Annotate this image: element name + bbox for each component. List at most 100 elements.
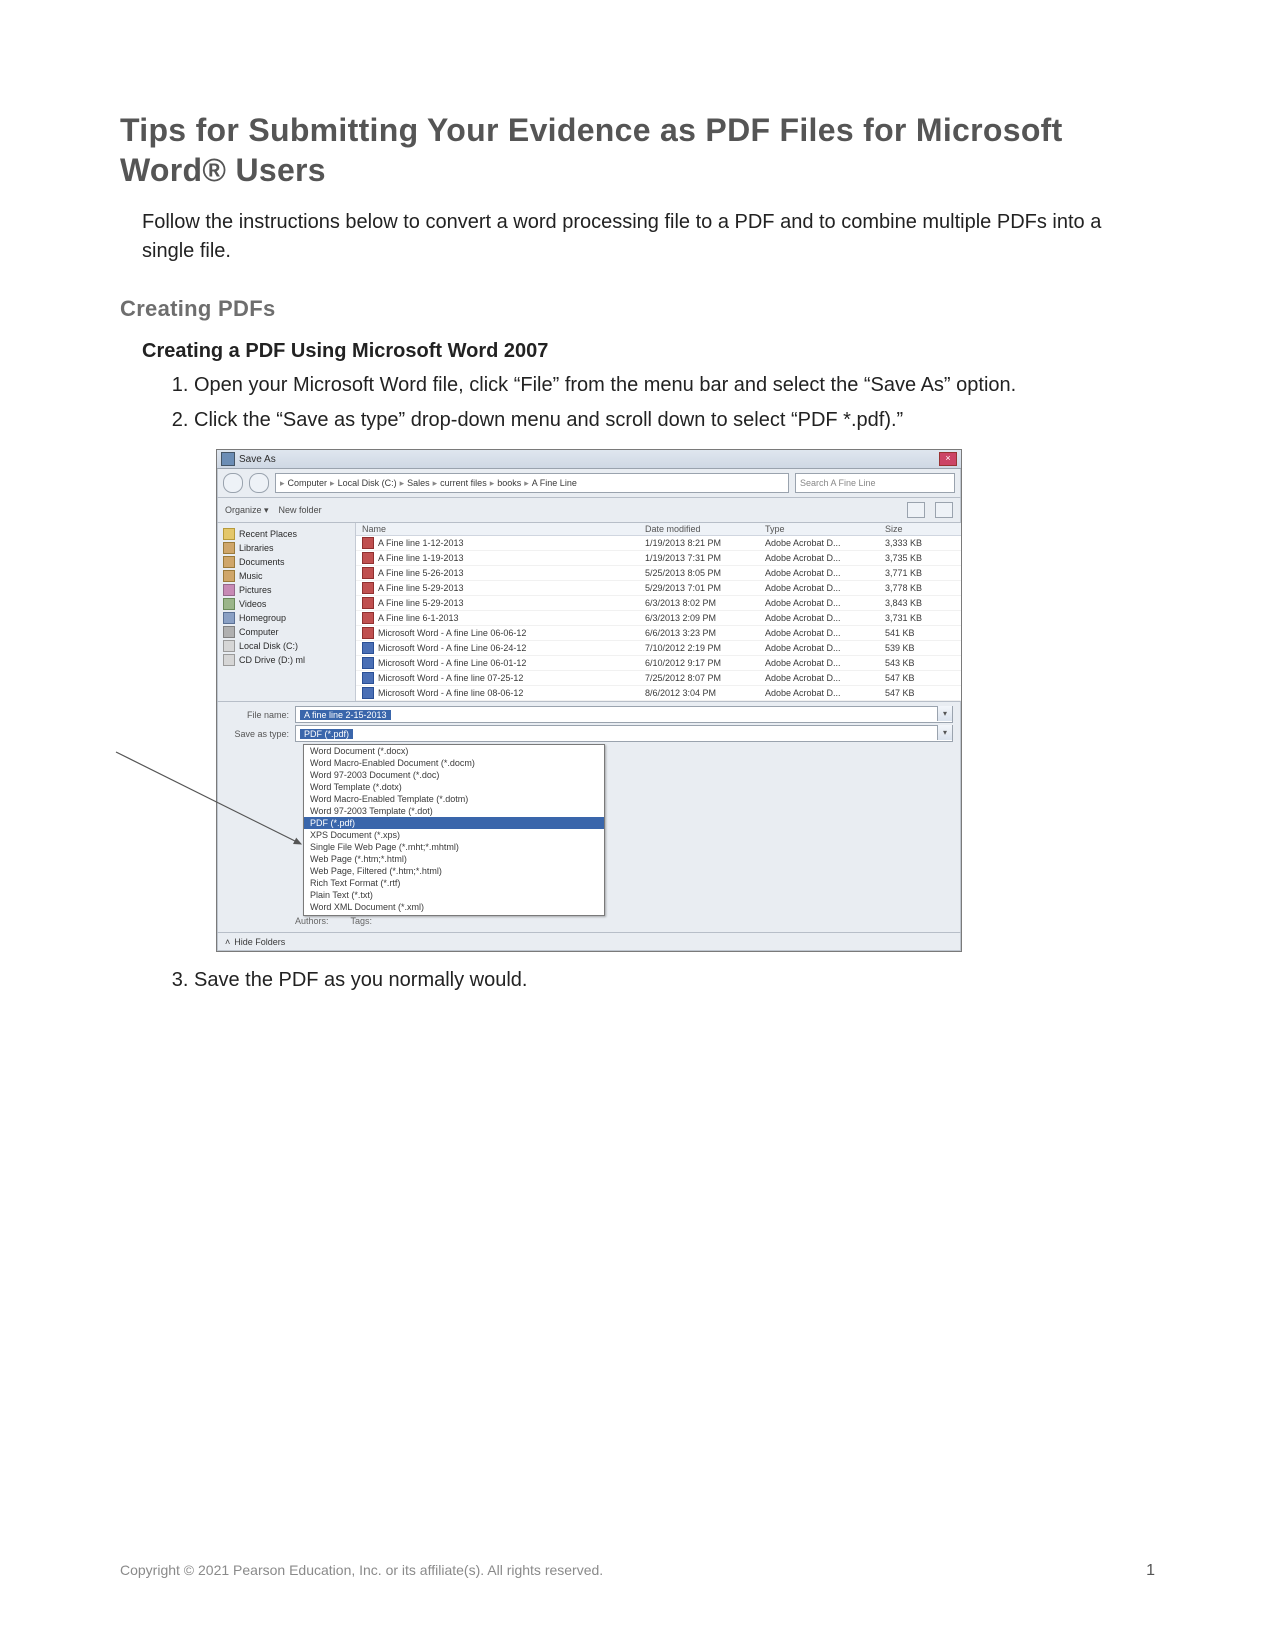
file-date: 8/6/2012 3:04 PM: [645, 688, 765, 698]
file-row[interactable]: Microsoft Word - A fine Line 06-06-126/6…: [356, 626, 961, 641]
save-type-options[interactable]: Word Document (*.docx)Word Macro-Enabled…: [303, 744, 605, 916]
path-breadcrumb[interactable]: ▸ Computer▸ Local Disk (C:)▸ Sales▸ curr…: [275, 473, 789, 493]
file-list[interactable]: Name Date modified Type Size A Fine line…: [356, 523, 961, 701]
save-type-option[interactable]: Rich Text Format (*.rtf): [304, 877, 604, 889]
file-row[interactable]: Microsoft Word - A fine Line 06-01-126/1…: [356, 656, 961, 671]
chevron-up-icon[interactable]: ˄: [225, 937, 230, 947]
organize-menu[interactable]: Organize ▾: [225, 505, 269, 516]
file-size: 547 KB: [885, 673, 955, 683]
folder-icon: [223, 542, 235, 554]
file-icon: [362, 627, 374, 639]
save-type-label: Save as type:: [225, 729, 289, 739]
save-type-option[interactable]: Word 97-2003 Document (*.doc): [304, 769, 604, 781]
view-button[interactable]: [907, 502, 925, 518]
footer-copyright: Copyright © 2021 Pearson Education, Inc.…: [120, 1562, 603, 1578]
save-type-option[interactable]: Word 2003 XML Document (*.xml): [304, 913, 604, 916]
file-date: 7/25/2012 8:07 PM: [645, 673, 765, 683]
file-size: 547 KB: [885, 688, 955, 698]
bc-seg[interactable]: current files: [440, 478, 487, 488]
file-type: Adobe Acrobat D...: [765, 628, 885, 638]
nav-item[interactable]: Music: [221, 569, 351, 583]
col-name[interactable]: Name: [362, 524, 645, 534]
search-input[interactable]: Search A Fine Line: [795, 473, 955, 493]
file-row[interactable]: A Fine line 6-1-20136/3/2013 2:09 PMAdob…: [356, 611, 961, 626]
file-size: 3,778 KB: [885, 583, 955, 593]
search-placeholder: Search A Fine Line: [800, 478, 876, 488]
footer-page-number: 1: [1146, 1562, 1155, 1580]
close-button[interactable]: ×: [939, 452, 957, 466]
step-1: Open your Microsoft Word file, click “Fi…: [194, 371, 1145, 400]
nav-item-label: Music: [239, 571, 263, 581]
file-size: 3,843 KB: [885, 598, 955, 608]
file-icon: [362, 672, 374, 684]
save-type-option[interactable]: XPS Document (*.xps): [304, 829, 604, 841]
col-size[interactable]: Size: [885, 524, 955, 534]
tags-label: Tags:: [351, 916, 373, 926]
step-2: Click the “Save as type” drop-down menu …: [194, 406, 1145, 435]
bc-seg[interactable]: Sales: [407, 478, 430, 488]
save-type-dropdown-icon[interactable]: ▾: [937, 725, 952, 740]
file-type: Adobe Acrobat D...: [765, 673, 885, 683]
file-type: Adobe Acrobat D...: [765, 568, 885, 578]
nav-item[interactable]: Computer: [221, 625, 351, 639]
file-row[interactable]: A Fine line 5-29-20135/29/2013 7:01 PMAd…: [356, 581, 961, 596]
nav-item[interactable]: Pictures: [221, 583, 351, 597]
folder-icon: [223, 570, 235, 582]
help-button[interactable]: [935, 502, 953, 518]
save-type-option[interactable]: Word Macro-Enabled Document (*.docm): [304, 757, 604, 769]
file-type: Adobe Acrobat D...: [765, 553, 885, 563]
bc-seg[interactable]: A Fine Line: [532, 478, 577, 488]
file-row[interactable]: Microsoft Word - A fine line 08-06-12 8/6…: [356, 686, 961, 701]
file-name-label: File name:: [225, 710, 289, 720]
col-type[interactable]: Type: [765, 524, 885, 534]
file-name-dropdown-icon[interactable]: ▾: [937, 706, 952, 721]
file-name: Microsoft Word - A fine line 08-06-12: [378, 688, 523, 698]
section-heading: Creating PDFs: [120, 296, 1155, 322]
nav-back-button[interactable]: [223, 473, 243, 493]
nav-item[interactable]: CD Drive (D:) ml: [221, 653, 351, 667]
file-row[interactable]: A Fine line 1-19-20131/19/2013 7:31 PMAd…: [356, 551, 961, 566]
save-type-option[interactable]: Word Document (*.docx): [304, 745, 604, 757]
nav-forward-button[interactable]: [249, 473, 269, 493]
file-icon: [362, 642, 374, 654]
file-name: A Fine line 5-26-2013: [378, 568, 464, 578]
save-type-option[interactable]: Word Macro-Enabled Template (*.dotm): [304, 793, 604, 805]
save-type-option[interactable]: Single File Web Page (*.mht;*.mhtml): [304, 841, 604, 853]
hide-folders-link[interactable]: Hide Folders: [234, 937, 285, 947]
save-type-option[interactable]: PDF (*.pdf): [304, 817, 604, 829]
save-type-option[interactable]: Word Template (*.dotx): [304, 781, 604, 793]
col-date[interactable]: Date modified: [645, 524, 765, 534]
nav-item[interactable]: Recent Places: [221, 527, 351, 541]
authors-label: Authors:: [295, 916, 329, 926]
file-row[interactable]: A Fine line 5-26-20135/25/2013 8:05 PMAd…: [356, 566, 961, 581]
file-type: Adobe Acrobat D...: [765, 658, 885, 668]
save-type-option[interactable]: Word 97-2003 Template (*.dot): [304, 805, 604, 817]
nav-item[interactable]: Documents: [221, 555, 351, 569]
nav-item[interactable]: Libraries: [221, 541, 351, 555]
file-row[interactable]: A Fine line 1-12-20131/19/2013 8:21 PMAd…: [356, 536, 961, 551]
file-row[interactable]: A Fine line 5-29-20136/3/2013 8:02 PMAdo…: [356, 596, 961, 611]
folder-icon: [223, 654, 235, 666]
new-folder-button[interactable]: New folder: [279, 505, 322, 515]
file-icon: [362, 657, 374, 669]
file-row[interactable]: Microsoft Word - A fine line 07-25-127/2…: [356, 671, 961, 686]
bc-seg[interactable]: Local Disk (C:): [338, 478, 397, 488]
nav-item[interactable]: Local Disk (C:): [221, 639, 351, 653]
save-type-dropdown[interactable]: PDF (*.pdf) ▾: [295, 725, 953, 742]
nav-item[interactable]: Videos: [221, 597, 351, 611]
nav-pane: Recent PlacesLibrariesDocuments Music Pict…: [217, 523, 356, 701]
file-type: Adobe Acrobat D...: [765, 598, 885, 608]
save-type-option[interactable]: Web Page, Filtered (*.htm;*.html): [304, 865, 604, 877]
file-name-input[interactable]: A fine line 2-15-2013 ▾: [295, 706, 953, 723]
save-type-option[interactable]: Plain Text (*.txt): [304, 889, 604, 901]
bc-seg[interactable]: books: [497, 478, 521, 488]
save-type-value: PDF (*.pdf): [300, 729, 353, 739]
file-row[interactable]: Microsoft Word - A fine Line 06-24-127/1…: [356, 641, 961, 656]
bc-seg[interactable]: Computer: [288, 478, 328, 488]
save-type-option[interactable]: Word XML Document (*.xml): [304, 901, 604, 913]
saveas-dialog: Save As × ▸ Computer▸ Local Disk (C:)▸ S…: [216, 449, 962, 952]
save-type-option[interactable]: Web Page (*.htm;*.html): [304, 853, 604, 865]
saveas-screenshot: Save As × ▸ Computer▸ Local Disk (C:)▸ S…: [216, 449, 1155, 952]
nav-item[interactable]: Homegroup: [221, 611, 351, 625]
file-size: 539 KB: [885, 643, 955, 653]
